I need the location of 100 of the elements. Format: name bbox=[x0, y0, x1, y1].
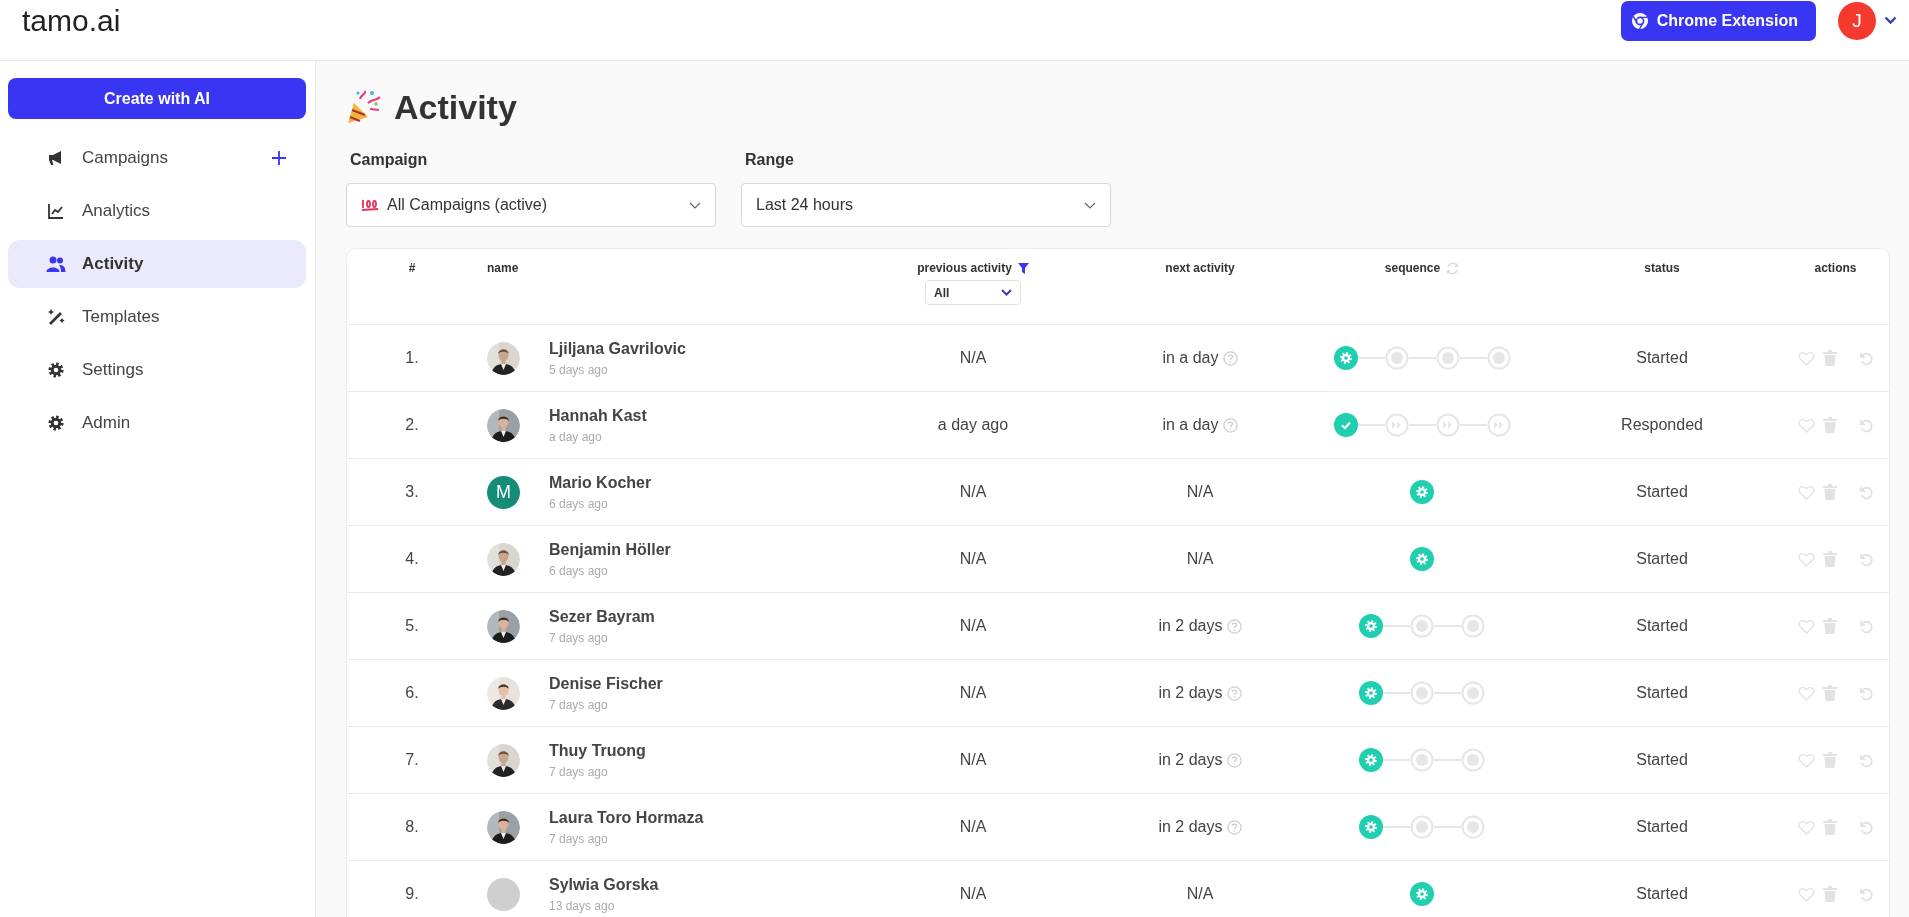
contact-name[interactable]: Mario Kocher bbox=[549, 473, 652, 492]
heart-icon[interactable] bbox=[1797, 886, 1815, 902]
row-number: 3. bbox=[405, 483, 419, 501]
heart-icon[interactable] bbox=[1797, 417, 1815, 433]
next-activity: in 2 days bbox=[1158, 818, 1223, 836]
heart-icon[interactable] bbox=[1797, 819, 1815, 835]
trash-icon[interactable] bbox=[1822, 618, 1837, 634]
next-activity: in 2 days bbox=[1158, 684, 1223, 702]
undo-icon[interactable] bbox=[1858, 551, 1874, 567]
trash-icon[interactable] bbox=[1822, 752, 1837, 768]
column-header: # bbox=[408, 261, 416, 275]
heart-icon[interactable] bbox=[1797, 685, 1815, 701]
added-time: 6 days ago bbox=[549, 563, 609, 578]
nav-item[interactable]: Templates bbox=[8, 293, 306, 341]
party-popper-icon bbox=[346, 89, 382, 125]
added-time: 5 days ago bbox=[549, 362, 609, 377]
status-text: Started bbox=[1636, 818, 1688, 836]
undo-icon[interactable] bbox=[1858, 685, 1874, 701]
column-header: actions bbox=[1814, 261, 1857, 275]
added-time: 7 days ago bbox=[549, 697, 609, 712]
plus-icon[interactable] bbox=[272, 151, 286, 165]
trash-icon[interactable] bbox=[1822, 484, 1837, 500]
user-avatar[interactable]: J bbox=[1838, 1, 1876, 40]
added-time: 7 days ago bbox=[549, 630, 609, 645]
nav-item[interactable]: Admin bbox=[8, 399, 306, 447]
status-text: Started bbox=[1636, 684, 1688, 702]
undo-icon[interactable] bbox=[1858, 819, 1874, 835]
heart-icon[interactable] bbox=[1797, 618, 1815, 634]
trash-icon[interactable] bbox=[1822, 417, 1837, 433]
refresh-icon[interactable] bbox=[1446, 261, 1460, 275]
trash-icon[interactable] bbox=[1822, 551, 1837, 567]
users-icon bbox=[46, 255, 66, 273]
status-text: Started bbox=[1636, 617, 1688, 635]
filter-label: Campaign bbox=[350, 151, 428, 169]
help-icon[interactable] bbox=[1222, 350, 1238, 366]
column-header: status bbox=[1644, 261, 1680, 275]
next-activity: in 2 days bbox=[1158, 751, 1223, 769]
contact-name[interactable]: Denise Fischer bbox=[549, 674, 663, 693]
undo-icon[interactable] bbox=[1858, 417, 1874, 433]
next-activity: in a day bbox=[1162, 349, 1219, 367]
nav-item[interactable]: Analytics bbox=[8, 187, 306, 235]
row-number: 8. bbox=[405, 818, 419, 836]
row-number: 6. bbox=[405, 684, 419, 702]
trash-icon[interactable] bbox=[1822, 350, 1837, 366]
chevron-down-icon[interactable] bbox=[1884, 16, 1897, 25]
previous-activity: N/A bbox=[959, 885, 987, 903]
added-time: 7 days ago bbox=[549, 764, 609, 779]
extension-button[interactable]: Chrome Extension bbox=[1620, 0, 1816, 41]
create-with-ai-button[interactable]: Create with AI bbox=[8, 78, 306, 119]
previous-activity: N/A bbox=[959, 684, 987, 702]
undo-icon[interactable] bbox=[1858, 752, 1874, 768]
range-dropdown[interactable]: Last 24 hours bbox=[741, 183, 1111, 227]
previous-activity: N/A bbox=[959, 751, 987, 769]
status-text: Started bbox=[1636, 751, 1688, 769]
contact-name[interactable]: Hannah Kast bbox=[549, 406, 647, 425]
heart-icon[interactable] bbox=[1797, 551, 1815, 567]
next-activity: N/A bbox=[1186, 483, 1214, 501]
row-number: 5. bbox=[405, 617, 419, 635]
heart-icon[interactable] bbox=[1797, 752, 1815, 768]
activity-filter-dropdown[interactable]: All bbox=[925, 280, 1021, 305]
nav-item[interactable]: Campaigns bbox=[8, 134, 306, 182]
contact-name[interactable]: Thuy Truong bbox=[549, 741, 646, 760]
trash-icon[interactable] bbox=[1822, 685, 1837, 701]
help-icon[interactable] bbox=[1226, 685, 1242, 701]
undo-icon[interactable] bbox=[1858, 618, 1874, 634]
magic-wand-icon bbox=[47, 308, 65, 326]
contact-name[interactable]: Sezer Bayram bbox=[549, 607, 655, 626]
contact-name[interactable]: Sylwia Gorska bbox=[549, 875, 659, 894]
contact-name[interactable]: Ljiljana Gavrilovic bbox=[549, 339, 686, 358]
help-icon[interactable] bbox=[1226, 752, 1242, 768]
contact-name[interactable]: Benjamin Höller bbox=[549, 540, 671, 559]
chevron-down-icon bbox=[1084, 201, 1096, 209]
trash-icon[interactable] bbox=[1822, 819, 1837, 835]
column-header: previous activity bbox=[917, 261, 1012, 275]
campaign-dropdown[interactable]: All Campaigns (active) bbox=[346, 183, 716, 227]
undo-icon[interactable] bbox=[1858, 484, 1874, 500]
hundred-points-icon bbox=[361, 198, 379, 212]
column-header: name bbox=[487, 261, 519, 275]
heart-icon[interactable] bbox=[1797, 350, 1815, 366]
previous-activity: N/A bbox=[959, 349, 987, 367]
help-icon[interactable] bbox=[1226, 618, 1242, 634]
page-title: Activity bbox=[394, 87, 517, 127]
nav-item[interactable]: Settings bbox=[8, 346, 306, 394]
heart-icon[interactable] bbox=[1797, 484, 1815, 500]
row-number: 4. bbox=[405, 550, 419, 568]
column-header: sequence bbox=[1384, 261, 1441, 275]
help-icon[interactable] bbox=[1222, 417, 1238, 433]
row-number: 2. bbox=[405, 416, 419, 434]
nav-item[interactable]: Activity bbox=[8, 240, 306, 288]
status-text: Started bbox=[1636, 483, 1688, 501]
previous-activity: N/A bbox=[959, 617, 987, 635]
trash-icon[interactable] bbox=[1822, 886, 1837, 902]
contact-name[interactable]: Laura Toro Hormaza bbox=[549, 808, 704, 827]
help-icon[interactable] bbox=[1226, 819, 1242, 835]
undo-icon[interactable] bbox=[1858, 886, 1874, 902]
settings-icon bbox=[47, 361, 65, 379]
avatar-placeholder bbox=[487, 877, 520, 911]
filter-icon[interactable] bbox=[1017, 262, 1029, 274]
undo-icon[interactable] bbox=[1858, 350, 1874, 366]
app-logo[interactable]: tamo.ai bbox=[22, 4, 1621, 38]
